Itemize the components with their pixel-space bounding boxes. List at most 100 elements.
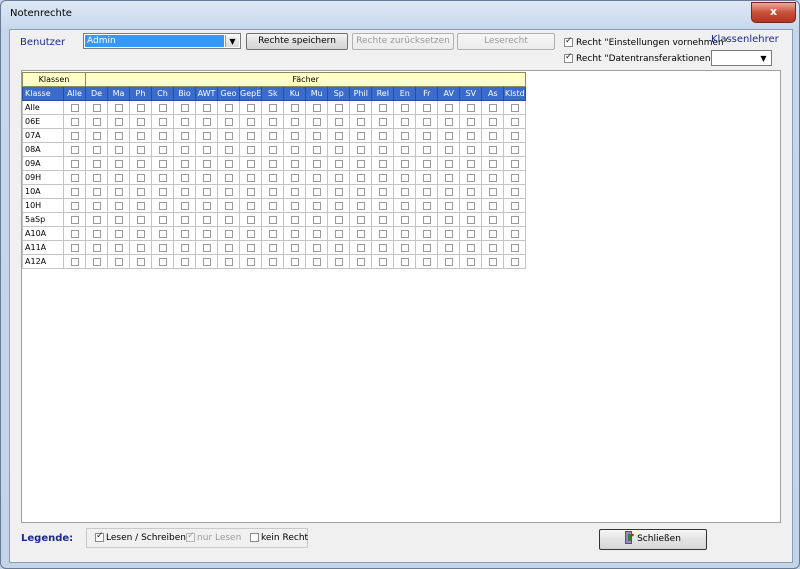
right-checkbox[interactable]: [70, 145, 79, 154]
right-checkbox[interactable]: [202, 215, 211, 224]
column-header[interactable]: Geo: [217, 86, 240, 101]
right-checkbox[interactable]: [488, 103, 497, 112]
column-header[interactable]: Mu: [305, 86, 329, 101]
right-checkbox[interactable]: [334, 145, 343, 154]
right-checkbox[interactable]: [158, 243, 167, 252]
right-checkbox[interactable]: [312, 131, 321, 140]
right-checkbox[interactable]: [444, 257, 453, 266]
right-checkbox[interactable]: [422, 131, 431, 140]
right-checkbox[interactable]: [136, 229, 145, 238]
right-checkbox[interactable]: [444, 159, 453, 168]
right-checkbox[interactable]: [312, 187, 321, 196]
right-checkbox[interactable]: [92, 229, 101, 238]
right-checkbox[interactable]: [488, 173, 497, 182]
right-checkbox[interactable]: [312, 103, 321, 112]
column-header-klasse[interactable]: Klasse: [22, 86, 64, 101]
right-checkbox[interactable]: [136, 117, 145, 126]
right-checkbox[interactable]: [356, 243, 365, 252]
right-checkbox[interactable]: [400, 173, 409, 182]
right-settings-checkbox[interactable]: Recht "Einstellungen vornehmen": [564, 36, 728, 48]
right-checkbox[interactable]: [224, 159, 233, 168]
right-checkbox[interactable]: [114, 243, 123, 252]
right-checkbox[interactable]: [356, 145, 365, 154]
right-checkbox[interactable]: [224, 201, 233, 210]
right-checkbox[interactable]: [224, 215, 233, 224]
checkbox-checked-icon[interactable]: [564, 36, 573, 47]
right-checkbox[interactable]: [114, 117, 123, 126]
right-checkbox[interactable]: [92, 173, 101, 182]
right-checkbox[interactable]: [488, 131, 497, 140]
right-checkbox[interactable]: [378, 201, 387, 210]
right-checkbox[interactable]: [378, 173, 387, 182]
right-checkbox[interactable]: [180, 215, 189, 224]
right-checkbox[interactable]: [290, 159, 299, 168]
right-checkbox[interactable]: [488, 243, 497, 252]
right-checkbox[interactable]: [158, 215, 167, 224]
right-checkbox[interactable]: [466, 215, 475, 224]
right-checkbox[interactable]: [114, 131, 123, 140]
right-checkbox[interactable]: [246, 131, 255, 140]
right-checkbox[interactable]: [444, 117, 453, 126]
chevron-down-icon[interactable]: ▼: [757, 52, 770, 64]
right-checkbox[interactable]: [466, 145, 475, 154]
column-header[interactable]: As: [481, 86, 505, 101]
right-checkbox[interactable]: [290, 229, 299, 238]
right-checkbox[interactable]: [224, 103, 233, 112]
right-checkbox[interactable]: [334, 201, 343, 210]
right-checkbox[interactable]: [70, 159, 79, 168]
right-checkbox[interactable]: [378, 103, 387, 112]
right-checkbox[interactable]: [422, 117, 431, 126]
right-checkbox[interactable]: [488, 145, 497, 154]
right-checkbox[interactable]: [158, 145, 167, 154]
right-checkbox[interactable]: [246, 117, 255, 126]
right-checkbox[interactable]: [488, 229, 497, 238]
right-checkbox[interactable]: [180, 117, 189, 126]
right-checkbox[interactable]: [444, 243, 453, 252]
right-checkbox[interactable]: [290, 243, 299, 252]
right-checkbox[interactable]: [356, 187, 365, 196]
right-checkbox[interactable]: [202, 243, 211, 252]
right-checkbox[interactable]: [466, 159, 475, 168]
right-checkbox[interactable]: [224, 257, 233, 266]
right-checkbox[interactable]: [510, 173, 519, 182]
right-checkbox[interactable]: [488, 117, 497, 126]
right-checkbox[interactable]: [510, 257, 519, 266]
right-checkbox[interactable]: [158, 117, 167, 126]
right-checkbox[interactable]: [70, 187, 79, 196]
right-checkbox[interactable]: [422, 243, 431, 252]
right-checkbox[interactable]: [400, 201, 409, 210]
right-checkbox[interactable]: [180, 173, 189, 182]
right-checkbox[interactable]: [136, 145, 145, 154]
right-checkbox[interactable]: [422, 159, 431, 168]
right-checkbox[interactable]: [70, 131, 79, 140]
right-checkbox[interactable]: [444, 201, 453, 210]
right-checkbox[interactable]: [268, 201, 277, 210]
column-header[interactable]: Ku: [283, 86, 307, 101]
column-header[interactable]: Klstd: [503, 86, 527, 101]
right-checkbox[interactable]: [202, 117, 211, 126]
right-checkbox[interactable]: [356, 229, 365, 238]
right-checkbox[interactable]: [92, 243, 101, 252]
right-checkbox[interactable]: [180, 257, 189, 266]
right-checkbox[interactable]: [202, 187, 211, 196]
right-checkbox[interactable]: [466, 257, 475, 266]
reset-rights-button[interactable]: Rechte zurücksetzen: [352, 33, 454, 50]
right-checkbox[interactable]: [290, 215, 299, 224]
right-checkbox[interactable]: [466, 187, 475, 196]
right-checkbox[interactable]: [334, 187, 343, 196]
right-checkbox[interactable]: [202, 257, 211, 266]
right-checkbox[interactable]: [202, 145, 211, 154]
benutzer-combo[interactable]: Admin ▼: [83, 33, 241, 49]
column-header[interactable]: Sp: [327, 86, 351, 101]
right-checkbox[interactable]: [334, 103, 343, 112]
chevron-down-icon[interactable]: ▼: [225, 35, 239, 47]
right-checkbox[interactable]: [180, 131, 189, 140]
right-checkbox[interactable]: [334, 229, 343, 238]
right-checkbox[interactable]: [158, 257, 167, 266]
right-checkbox[interactable]: [378, 117, 387, 126]
right-checkbox[interactable]: [510, 215, 519, 224]
right-checkbox[interactable]: [136, 215, 145, 224]
right-checkbox[interactable]: [70, 117, 79, 126]
right-checkbox[interactable]: [268, 173, 277, 182]
right-checkbox[interactable]: [312, 145, 321, 154]
